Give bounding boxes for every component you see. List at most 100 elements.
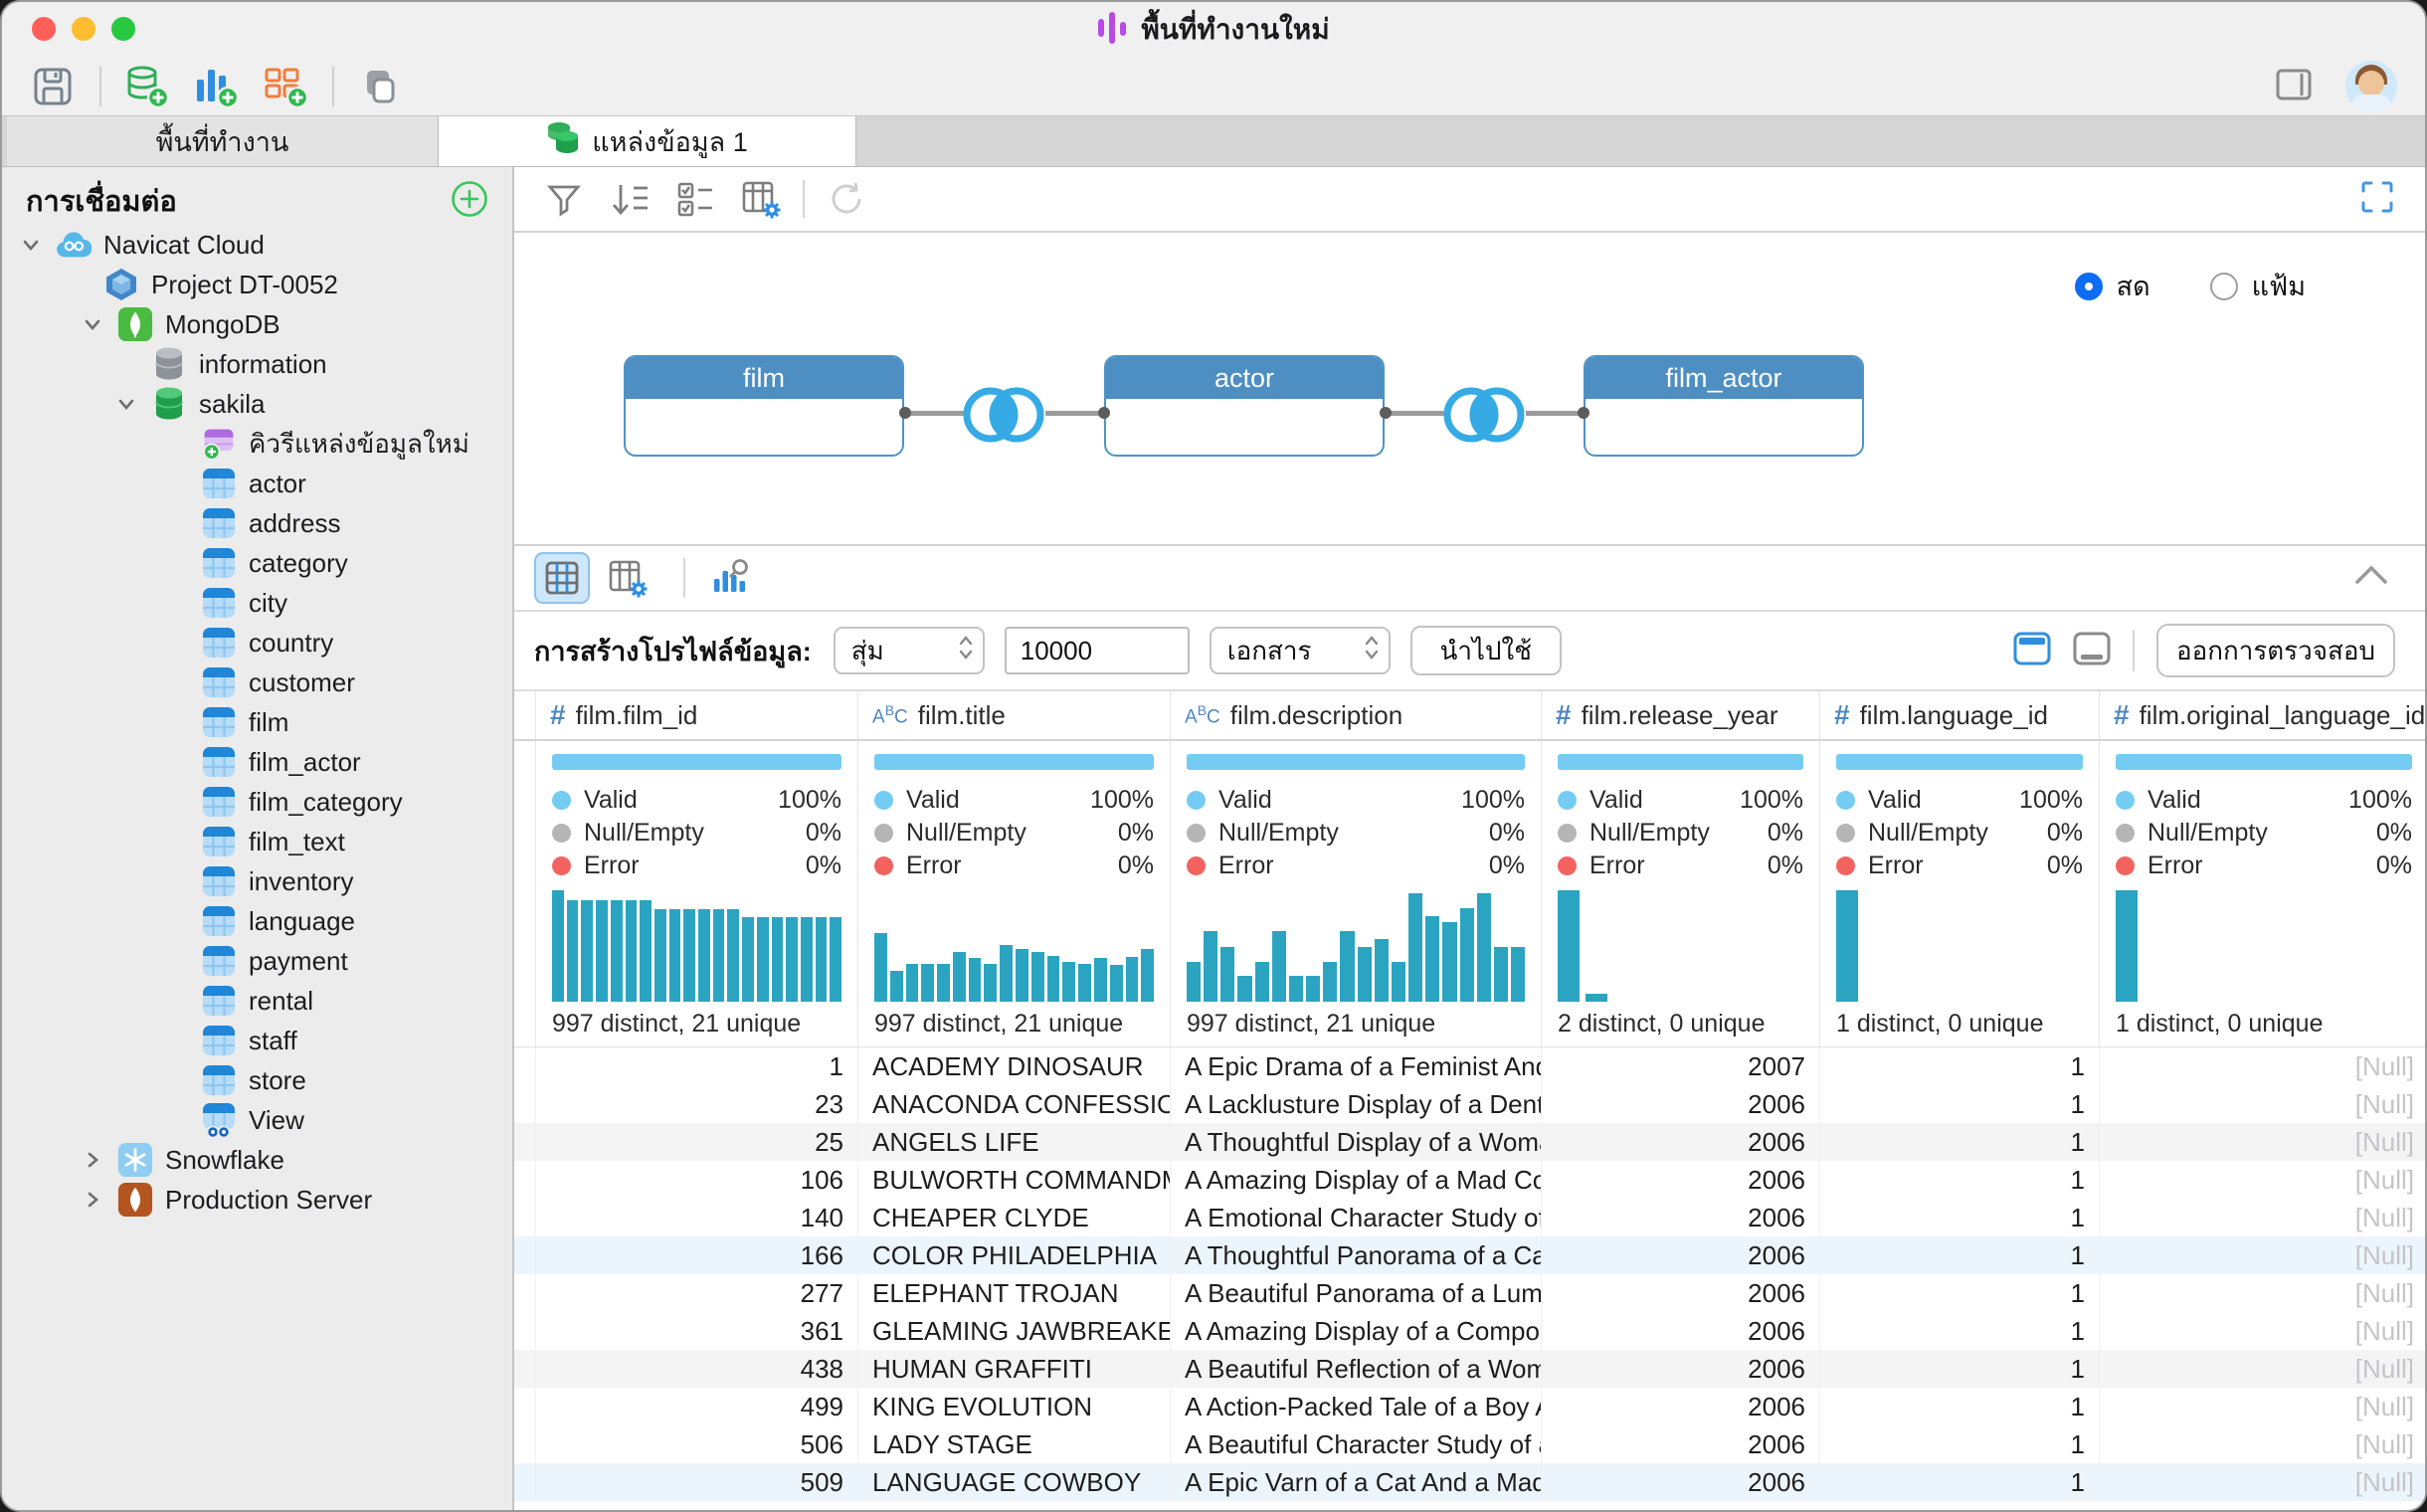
cell[interactable]: 25	[536, 1123, 858, 1161]
cell[interactable]: 2006	[1542, 1425, 1820, 1463]
cell[interactable]: A Thoughtful Display of a Woman	[1171, 1123, 1542, 1161]
cell[interactable]: [Null]	[2100, 1047, 2425, 1085]
chevron-down-icon[interactable]	[80, 313, 105, 335]
table-row[interactable]: 499KING EVOLUTIONA Action-Packed Tale of…	[514, 1388, 2425, 1425]
cell[interactable]: 277	[536, 1274, 858, 1312]
export-audit-button[interactable]: ออกการตรวจสอบ	[2156, 624, 2395, 677]
cell[interactable]: 2006	[1542, 1350, 1820, 1388]
cell[interactable]: CHEAPER CLYDE	[858, 1199, 1171, 1236]
unit-select[interactable]: เอกสาร	[1210, 627, 1391, 674]
cell[interactable]: A Lacklusture Display of a Dentist	[1171, 1085, 1542, 1123]
cell[interactable]: [Null]	[2100, 1312, 2425, 1350]
tab-data-source[interactable]: แหล่งข้อมูล 1	[439, 116, 856, 166]
duplicate-button[interactable]	[352, 63, 406, 110]
cell[interactable]: [Null]	[2100, 1161, 2425, 1199]
cell[interactable]: 1	[1820, 1123, 2100, 1161]
cell[interactable]: [Null]	[2100, 1463, 2425, 1501]
cell[interactable]: 506	[536, 1425, 858, 1463]
tree-item-navicat-cloud[interactable]: Navicat Cloud	[2, 225, 512, 265]
cell[interactable]: 1	[1820, 1047, 2100, 1085]
cell[interactable]: GLEAMING JAWBREAKER	[858, 1312, 1171, 1350]
tree-item-film-category[interactable]: film_category	[2, 782, 512, 822]
tree-item-mongodb[interactable]: MongoDB	[2, 304, 512, 344]
cell[interactable]: 2006	[1542, 1463, 1820, 1501]
tree-item-category[interactable]: category	[2, 543, 512, 583]
chevron-down-icon[interactable]	[113, 393, 139, 415]
tree-item-address[interactable]: address	[2, 503, 512, 543]
cell[interactable]: 1	[1820, 1463, 2100, 1501]
radio-live[interactable]: สด	[2075, 265, 2150, 307]
cell[interactable]: 2006	[1542, 1312, 1820, 1350]
diagram-canvas[interactable]: สด แฟ้ม film actor film_actor	[514, 233, 2425, 546]
entity-film_actor[interactable]: film_actor	[1584, 355, 1864, 457]
table-settings-icon[interactable]	[735, 175, 787, 223]
column-header-film.description[interactable]: ABCfilm.description	[1171, 691, 1542, 739]
sample-limit-input[interactable]	[1005, 627, 1190, 674]
cell[interactable]: BULWORTH COMMANDME	[858, 1161, 1171, 1199]
tree-item-snowflake[interactable]: Snowflake	[2, 1140, 512, 1180]
cell[interactable]: ANGELS LIFE	[858, 1123, 1171, 1161]
chevron-down-icon[interactable]	[18, 234, 44, 256]
tree-item-actor[interactable]: actor	[2, 464, 512, 503]
cell[interactable]: LANGUAGE COWBOY	[858, 1463, 1171, 1501]
radio-live-control[interactable]	[2075, 273, 2103, 300]
radio-file[interactable]: แฟ้ม	[2210, 265, 2306, 307]
cell[interactable]: ANACONDA CONFESSIONS	[858, 1085, 1171, 1123]
cell[interactable]: HUMAN GRAFFITI	[858, 1350, 1171, 1388]
cell[interactable]: 2006	[1542, 1161, 1820, 1199]
table-row[interactable]: 438HUMAN GRAFFITIA Beautiful Reflection …	[514, 1350, 2425, 1388]
cell[interactable]: ELEPHANT TROJAN	[858, 1274, 1171, 1312]
cell[interactable]: 23	[536, 1085, 858, 1123]
tree-item-information[interactable]: information	[2, 344, 512, 384]
cell[interactable]: A Epic Drama of a Feminist And a	[1171, 1047, 1542, 1085]
tree-item-inventory[interactable]: inventory	[2, 861, 512, 901]
table-row[interactable]: 23ANACONDA CONFESSIONSA Lacklusture Disp…	[514, 1085, 2425, 1123]
chevron-right-icon[interactable]	[80, 1149, 105, 1171]
inner-join-icon[interactable]	[958, 380, 1049, 455]
cell[interactable]: 2006	[1542, 1274, 1820, 1312]
cell[interactable]: [Null]	[2100, 1274, 2425, 1312]
cell[interactable]: 1	[1820, 1199, 2100, 1236]
entity-actor[interactable]: actor	[1104, 355, 1385, 457]
cell[interactable]: [Null]	[2100, 1425, 2425, 1463]
cell[interactable]: 1	[1820, 1236, 2100, 1274]
cell[interactable]: 166	[536, 1236, 858, 1274]
cell[interactable]: A Beautiful Character Study of a	[1171, 1425, 1542, 1463]
cell[interactable]: 2006	[1542, 1236, 1820, 1274]
cell[interactable]: 140	[536, 1199, 858, 1236]
save-button[interactable]	[26, 63, 80, 110]
sort-icon[interactable]	[604, 175, 655, 223]
tree-item-customer[interactable]: customer	[2, 662, 512, 702]
cell[interactable]: ACADEMY DINOSAUR	[858, 1047, 1171, 1085]
cell[interactable]: 1	[1820, 1350, 2100, 1388]
collapse-panel-button[interactable]	[2351, 562, 2391, 593]
cell[interactable]: A Amazing Display of a Compos	[1171, 1312, 1542, 1350]
tree-item-staff[interactable]: staff	[2, 1021, 512, 1060]
cell[interactable]: 2006	[1542, 1085, 1820, 1123]
tree-item-language[interactable]: language	[2, 901, 512, 941]
panel-tab-grid-view[interactable]	[534, 552, 590, 604]
cell[interactable]: 2007	[1542, 1047, 1820, 1085]
tree-item-film-text[interactable]: film_text	[2, 822, 512, 861]
toggle-panel-button[interactable]	[2276, 69, 2312, 105]
tree-item-sakila[interactable]: sakila	[2, 384, 512, 424]
new-data-source-button[interactable]	[119, 63, 173, 110]
table-row[interactable]: 277ELEPHANT TROJANA Beautiful Panorama o…	[514, 1274, 2425, 1312]
entity-film[interactable]: film	[624, 355, 904, 457]
tree-item--[interactable]: คิวรีแหล่งข้อมูลใหม่	[2, 424, 512, 464]
new-dashboard-button[interactable]	[259, 63, 312, 110]
column-header-film.title[interactable]: ABCfilm.title	[858, 691, 1171, 739]
cell[interactable]: A Emotional Character Study of a	[1171, 1199, 1542, 1236]
cell[interactable]: [Null]	[2100, 1123, 2425, 1161]
cell[interactable]: A Amazing Display of a Mad Cow	[1171, 1161, 1542, 1199]
inner-join-icon[interactable]	[1438, 380, 1530, 455]
tree-item-project-dt-0052[interactable]: Project DT-0052	[2, 265, 512, 304]
cell[interactable]: 1	[1820, 1388, 2100, 1425]
tab-workspace[interactable]: พื้นที่ทำงาน	[7, 116, 439, 166]
cell[interactable]: 2006	[1542, 1388, 1820, 1425]
layout-bottom-panel-icon[interactable]	[2073, 632, 2111, 670]
cell[interactable]: A Beautiful Reflection of a Wom	[1171, 1350, 1542, 1388]
new-chart-button[interactable]	[189, 63, 243, 110]
cell[interactable]: 1	[1820, 1425, 2100, 1463]
cell[interactable]: 2006	[1542, 1123, 1820, 1161]
